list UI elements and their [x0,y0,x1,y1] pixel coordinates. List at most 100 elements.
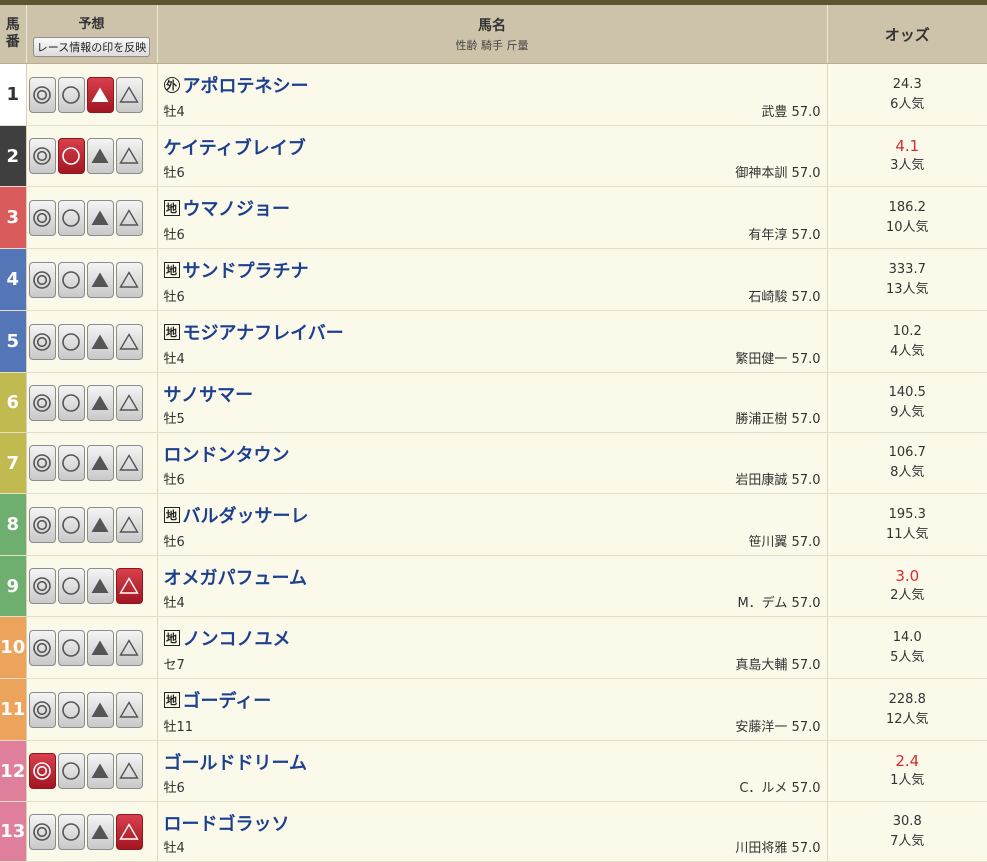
triangle-icon [119,700,139,720]
filled-triangle-mark-button[interactable] [87,324,114,360]
horse-name-link[interactable]: サノサマー [164,381,254,407]
prediction-marks [26,64,157,126]
filled-triangle-mark-button[interactable] [87,630,114,666]
triangle-mark-button[interactable] [116,568,143,604]
odds-cell: 2.41人気 [827,741,987,802]
sex-age: 牡6 [164,469,185,488]
circle-mark-button[interactable] [58,385,85,421]
yoso-header-label: 予想 [27,13,157,32]
circle-mark-button[interactable] [58,630,85,666]
triangle-mark-button[interactable] [116,262,143,298]
horse-number: 5 [0,311,26,373]
horse-name-link[interactable]: 地ノンコノユメ [164,625,291,651]
horse-name-link[interactable]: 地モジアナフレイバー [164,319,344,345]
circle-mark-button[interactable] [58,753,85,789]
jockey-weight: 繁田健一 57.0 [735,348,820,367]
circle-mark-button[interactable] [58,692,85,728]
circle-mark-button[interactable] [58,445,85,481]
filled-triangle-mark-button[interactable] [87,262,114,298]
horse-name-link[interactable]: ロンドンタウン [164,441,290,467]
double-circle-mark-button[interactable] [29,200,56,236]
circle-mark-button[interactable] [58,262,85,298]
popularity: 8人気 [828,463,987,483]
table-row: 13ロードゴラッソ牡4川田将雅 57.030.87人気 [0,802,987,862]
horse-name-link[interactable]: 地ゴーディー [164,687,272,713]
filled-triangle-mark-button[interactable] [87,385,114,421]
filled-triangle-icon [90,270,110,290]
foreign-badge: 外 [164,77,180,93]
circle-mark-button[interactable] [58,507,85,543]
table-row: 5地モジアナフレイバー牡4繁田健一 57.010.24人気 [0,311,987,373]
circle-icon [61,332,81,352]
triangle-mark-button[interactable] [116,77,143,113]
filled-triangle-mark-button[interactable] [87,138,114,174]
table-row: 12ゴールドドリーム牡6C．ルメ 57.02.41人気 [0,741,987,802]
circle-mark-button[interactable] [58,138,85,174]
triangle-mark-button[interactable] [116,630,143,666]
jockey-weight: 笹川翼 57.0 [748,531,820,550]
odds-value: 106.7 [828,443,987,463]
circle-mark-button[interactable] [58,324,85,360]
triangle-mark-button[interactable] [116,385,143,421]
filled-triangle-mark-button[interactable] [87,507,114,543]
horse-number: 3 [0,187,26,249]
circle-icon [61,822,81,842]
triangle-mark-button[interactable] [116,692,143,728]
triangle-mark-button[interactable] [116,324,143,360]
filled-triangle-mark-button[interactable] [87,753,114,789]
double-circle-mark-button[interactable] [29,814,56,850]
horse-name-link[interactable]: ケイティブレイブ [164,134,306,160]
prediction-marks [26,249,157,311]
circle-mark-button[interactable] [58,200,85,236]
triangle-mark-button[interactable] [116,507,143,543]
triangle-mark-button[interactable] [116,445,143,481]
horse-number: 9 [0,556,26,617]
horse-name-link[interactable]: オメガパフューム [164,564,307,590]
double-circle-mark-button[interactable] [29,138,56,174]
filled-triangle-mark-button[interactable] [87,445,114,481]
double-circle-mark-button[interactable] [29,385,56,421]
horse-name-link[interactable]: 外アポロテネシー [164,72,309,98]
double-circle-mark-button[interactable] [29,568,56,604]
umaban-header: 馬番 [0,5,26,64]
table-row: 1外アポロテネシー牡4武豊 57.024.36人気 [0,64,987,126]
odds-value: 195.3 [828,505,987,525]
double-circle-mark-button[interactable] [29,324,56,360]
circle-mark-button[interactable] [58,814,85,850]
local-badge: 地 [164,200,180,216]
horse-name-link[interactable]: ゴールドドリーム [164,749,307,775]
double-circle-mark-button[interactable] [29,445,56,481]
popularity: 11人気 [828,525,987,545]
filled-triangle-mark-button[interactable] [87,77,114,113]
sex-age: 牡4 [164,101,185,120]
odds-cell: 195.311人気 [827,494,987,556]
double-circle-mark-button[interactable] [29,692,56,728]
odds-value: 24.3 [828,75,987,95]
double-circle-mark-button[interactable] [29,262,56,298]
horse-name-link[interactable]: 地サンドプラチナ [164,257,309,283]
double-circle-mark-button[interactable] [29,630,56,666]
horse-name-link[interactable]: 地ウマノジョー [164,195,290,221]
triangle-mark-button[interactable] [116,138,143,174]
odds-value: 30.8 [828,812,987,832]
filled-triangle-mark-button[interactable] [87,200,114,236]
double-circle-mark-button[interactable] [29,77,56,113]
triangle-mark-button[interactable] [116,200,143,236]
horse-info: オメガパフューム牡4M．デム 57.0 [157,556,827,617]
double-circle-mark-button[interactable] [29,507,56,543]
circle-mark-button[interactable] [58,568,85,604]
double-circle-mark-button[interactable] [29,753,56,789]
umaban-header-label: 馬番 [6,17,20,51]
horse-name-link[interactable]: ロードゴラッソ [164,810,290,836]
table-row: 2ケイティブレイブ牡6御神本訓 57.04.13人気 [0,126,987,187]
filled-triangle-mark-button[interactable] [87,692,114,728]
filled-triangle-mark-button[interactable] [87,814,114,850]
horse-name-link[interactable]: 地バルダッサーレ [164,502,309,528]
triangle-mark-button[interactable] [116,753,143,789]
triangle-mark-button[interactable] [116,814,143,850]
circle-mark-button[interactable] [58,77,85,113]
reflect-marks-button[interactable]: レース情報の印を反映 [33,37,150,57]
horse-number: 4 [0,249,26,311]
filled-triangle-mark-button[interactable] [87,568,114,604]
double-circle-icon [32,332,52,352]
